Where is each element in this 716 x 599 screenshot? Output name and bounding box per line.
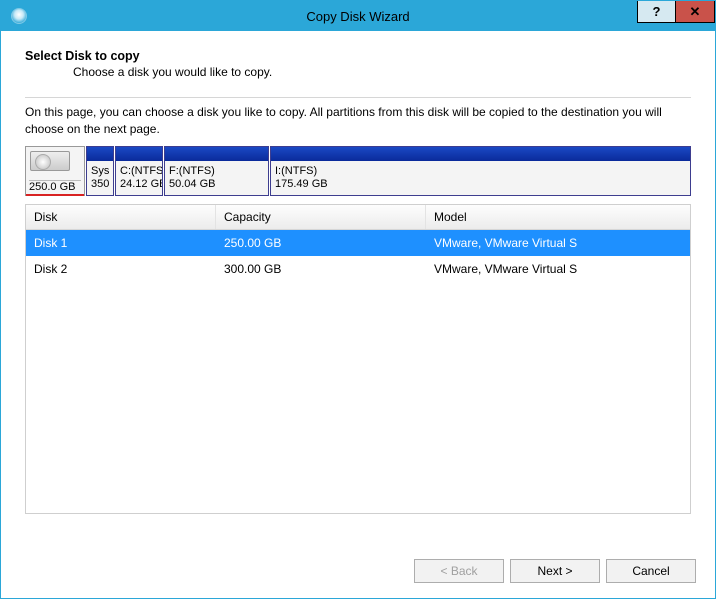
partition-name: I:(NTFS) (275, 165, 686, 178)
table-row[interactable]: Disk 2 300.00 GB VMware, VMware Virtual … (26, 256, 690, 282)
partition-name: C:(NTFS) (120, 165, 158, 178)
partition-size: 24.12 GB (120, 178, 158, 191)
table-body: Disk 1 250.00 GB VMware, VMware Virtual … (26, 230, 690, 513)
disk-capacity-label: 250.0 GB (29, 180, 81, 193)
cell-model: VMware, VMware Virtual S (426, 256, 690, 282)
partition-header (87, 147, 113, 161)
col-header-capacity[interactable]: Capacity (216, 205, 426, 229)
partition-header (165, 147, 268, 161)
table-row[interactable]: Disk 1 250.00 GB VMware, VMware Virtual … (26, 230, 690, 256)
cell-capacity: 300.00 GB (216, 256, 426, 282)
disk-table: Disk Capacity Model Disk 1 250.00 GB VMw… (25, 204, 691, 514)
partition-header (116, 147, 162, 161)
window-title: Copy Disk Wizard (1, 9, 715, 24)
content-area: Select Disk to copy Choose a disk you wo… (1, 31, 715, 514)
disk-partition-map: 250.0 GB Sys 350 C:(NTFS) 24.12 GB F:(NT… (25, 146, 691, 196)
partition-name: Sys (91, 165, 109, 178)
cell-disk: Disk 2 (26, 256, 216, 282)
window-buttons: ? ✕ (637, 1, 715, 23)
partition-f[interactable]: F:(NTFS) 50.04 GB (164, 146, 269, 196)
partition-info: F:(NTFS) 50.04 GB (165, 161, 268, 195)
partition-c[interactable]: C:(NTFS) 24.12 GB (115, 146, 163, 196)
partition-system[interactable]: Sys 350 (86, 146, 114, 196)
table-header: Disk Capacity Model (26, 205, 690, 230)
col-header-disk[interactable]: Disk (26, 205, 216, 229)
close-button[interactable]: ✕ (676, 1, 714, 22)
disk-icon-cell[interactable]: 250.0 GB (25, 146, 85, 196)
wizard-buttons: < Back Next > Cancel (414, 559, 696, 583)
partition-info: I:(NTFS) 175.49 GB (271, 161, 690, 195)
page-heading: Select Disk to copy (25, 49, 691, 63)
partition-info: C:(NTFS) 24.12 GB (116, 161, 162, 195)
cell-disk: Disk 1 (26, 230, 216, 256)
back-button[interactable]: < Back (414, 559, 504, 583)
help-button[interactable]: ? (638, 1, 676, 22)
header-divider (25, 97, 691, 98)
hard-drive-icon (30, 151, 70, 171)
partition-size: 350 (91, 178, 109, 191)
title-bar: Copy Disk Wizard ? ✕ (1, 1, 715, 31)
partition-i[interactable]: I:(NTFS) 175.49 GB (270, 146, 691, 196)
cell-model: VMware, VMware Virtual S (426, 230, 690, 256)
disk-selection-bar (26, 194, 84, 196)
partition-size: 175.49 GB (275, 178, 686, 191)
instruction-text: On this page, you can choose a disk you … (25, 104, 691, 138)
partition-info: Sys 350 (87, 161, 113, 195)
partition-header (271, 147, 690, 161)
col-header-model[interactable]: Model (426, 205, 690, 229)
partition-name: F:(NTFS) (169, 165, 264, 178)
partition-size: 50.04 GB (169, 178, 264, 191)
next-button[interactable]: Next > (510, 559, 600, 583)
cancel-button[interactable]: Cancel (606, 559, 696, 583)
page-subheading: Choose a disk you would like to copy. (73, 65, 691, 79)
cell-capacity: 250.00 GB (216, 230, 426, 256)
app-icon (11, 8, 27, 24)
